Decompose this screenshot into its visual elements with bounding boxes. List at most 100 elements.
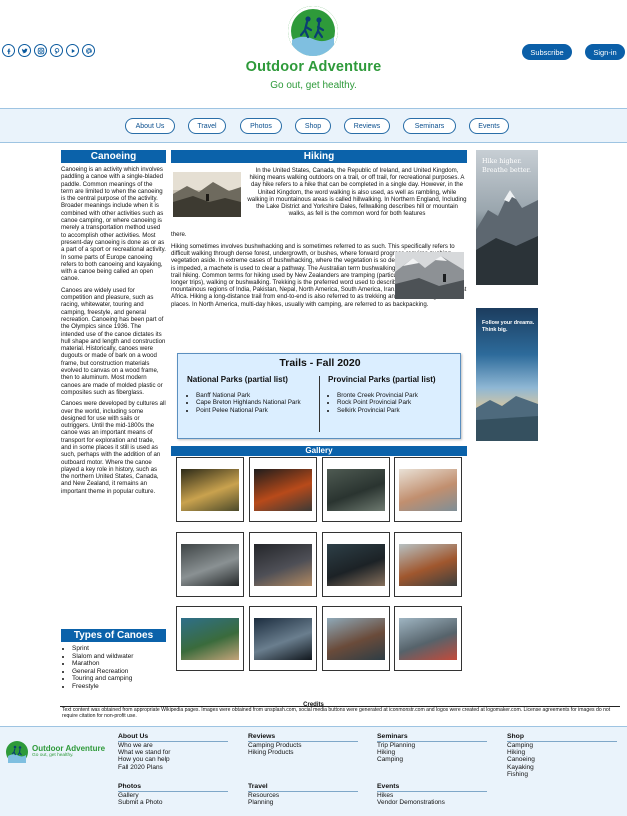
sign-in-button[interactable]: Sign-in <box>585 44 625 60</box>
gallery-photo-image <box>181 544 239 586</box>
gallery-photo[interactable] <box>394 457 462 522</box>
footer-logo[interactable] <box>6 741 28 763</box>
list-item: General Recreation <box>72 668 166 676</box>
canoeing-section: Canoeing Canoeing is an activity which i… <box>61 150 166 495</box>
footer-link[interactable]: Hiking Products <box>248 749 358 756</box>
footer-link[interactable]: Kayaking <box>507 764 617 771</box>
instagram-icon[interactable] <box>34 44 47 57</box>
site-header: Outdoor Adventure Go out, get healthy. S… <box>0 0 627 108</box>
footer-photos-title[interactable]: Photos <box>118 783 228 792</box>
footer-travel-title[interactable]: Travel <box>248 783 358 792</box>
list-item: Cape Breton Highlands National Park <box>196 399 311 406</box>
footer-events-title[interactable]: Events <box>377 783 487 792</box>
nav-reviews[interactable]: Reviews <box>344 118 390 134</box>
provincial-parks-list: Bronte Creek Provincial Park Rock Point … <box>328 392 458 414</box>
hiking-paragraph-1: In the United States, Canada, the Republ… <box>247 167 467 218</box>
footer-link[interactable]: Gallery <box>118 792 228 799</box>
site-footer: Outdoor Adventure Go out, get healthy. A… <box>0 726 627 816</box>
footer-reviews-column: Reviews Camping Products Hiking Products <box>248 733 358 756</box>
types-of-canoes-heading: Types of Canoes <box>61 629 166 642</box>
gallery-photo-image <box>399 544 457 586</box>
nav-seminars[interactable]: Seminars <box>403 118 456 134</box>
footer-link[interactable]: Hikes <box>377 792 487 799</box>
list-item: Marathon <box>72 660 166 668</box>
gallery-photo[interactable] <box>176 532 244 597</box>
footer-link[interactable]: Fall 2020 Plans <box>118 764 228 771</box>
gallery-heading: Gallery <box>171 446 467 456</box>
footer-link[interactable]: Camping Products <box>248 742 358 749</box>
footer-link[interactable]: Vendor Demonstrations <box>377 799 487 806</box>
list-item: Slalom and wildwater <box>72 653 166 661</box>
brand-name: Outdoor Adventure <box>245 59 382 75</box>
footer-link[interactable]: Camping <box>377 756 487 763</box>
types-of-canoes-section: Types of Canoes Sprint Slalom and wildwa… <box>61 629 166 691</box>
nav-photos[interactable]: Photos <box>240 118 282 134</box>
footer-shop-title[interactable]: Shop <box>507 733 617 742</box>
gallery-photo[interactable] <box>322 532 390 597</box>
footer-tagline: Go out, get healthy. <box>32 753 74 758</box>
gallery-photo[interactable] <box>394 606 462 671</box>
trails-box: Trails - Fall 2020 National Parks (parti… <box>177 353 461 439</box>
footer-link[interactable]: How you can help <box>118 756 228 763</box>
gallery-photo[interactable] <box>249 457 317 522</box>
email-icon[interactable] <box>82 44 95 57</box>
list-item: Banff National Park <box>196 392 311 399</box>
trails-title: Trails - Fall 2020 <box>279 357 361 369</box>
gallery-photo[interactable] <box>176 606 244 671</box>
footer-link[interactable]: Camping <box>507 742 617 749</box>
hiking-section: Hiking In the United States, Canada, the… <box>171 150 467 308</box>
subscribe-button[interactable]: Subscribe <box>522 44 572 60</box>
pinterest-icon[interactable] <box>50 44 63 57</box>
footer-link[interactable]: Planning <box>248 799 358 806</box>
footer-link[interactable]: Canoeing <box>507 756 617 763</box>
youtube-icon[interactable] <box>66 44 79 57</box>
hiking-photo-ridge <box>395 252 464 299</box>
gallery-photo[interactable] <box>394 532 462 597</box>
footer-about-column: About Us Who we are What we stand for Ho… <box>118 733 228 771</box>
nav-about-us[interactable]: About Us <box>125 118 175 134</box>
twitter-icon[interactable] <box>18 44 31 57</box>
ad-follow-dreams[interactable]: Follow your dreams. Think big. <box>476 308 538 441</box>
gallery-photo-image <box>327 544 385 586</box>
footer-travel-column: Travel Resources Planning <box>248 783 358 806</box>
types-of-canoes-list: Sprint Slalom and wildwater Marathon Gen… <box>72 645 166 691</box>
gallery-photo[interactable] <box>322 606 390 671</box>
gallery-photo[interactable] <box>176 457 244 522</box>
national-parks-heading: National Parks (partial list) <box>187 375 288 384</box>
list-item: Rock Point Provincial Park <box>337 399 458 406</box>
gallery-photo-image <box>254 544 312 586</box>
credits-text: Text content was obtained from appropria… <box>62 707 611 720</box>
footer-link[interactable]: Who we are <box>118 742 228 749</box>
hiking-heading: Hiking <box>171 150 467 163</box>
footer-reviews-title[interactable]: Reviews <box>248 733 358 742</box>
hiking-photo-mountain <box>173 172 241 217</box>
brand-logo[interactable] <box>288 6 338 56</box>
footer-link[interactable]: Fishing <box>507 771 617 778</box>
gallery-photo[interactable] <box>249 532 317 597</box>
footer-link[interactable]: Submit a Photo <box>118 799 228 806</box>
main-nav: About Us Travel Photos Shop Reviews Semi… <box>0 108 627 143</box>
footer-link[interactable]: Hiking <box>507 749 617 756</box>
footer-shop-column: Shop Camping Hiking Canoeing Kayaking Fi… <box>507 733 617 778</box>
footer-seminars-title[interactable]: Seminars <box>377 733 487 742</box>
footer-link[interactable]: Hiking <box>377 749 487 756</box>
footer-link[interactable]: Trip Planning <box>377 742 487 749</box>
ad-hike-higher[interactable]: Hike higher. Breathe better. <box>476 150 538 285</box>
gallery-photo-image <box>327 469 385 511</box>
gallery-photo[interactable] <box>322 457 390 522</box>
social-icons <box>2 44 95 57</box>
footer-photos-column: Photos Gallery Submit a Photo <box>118 783 228 806</box>
footer-link[interactable]: Resources <box>248 792 358 799</box>
list-item: Point Pelee National Park <box>196 407 311 414</box>
footer-about-title[interactable]: About Us <box>118 733 228 742</box>
nav-events[interactable]: Events <box>469 118 509 134</box>
nav-shop[interactable]: Shop <box>295 118 331 134</box>
gallery-grid <box>171 457 467 677</box>
footer-link[interactable]: What we stand for <box>118 749 228 756</box>
brand-tagline: Go out, get healthy. <box>270 80 357 91</box>
nav-travel[interactable]: Travel <box>188 118 226 134</box>
gallery-photo[interactable] <box>249 606 317 671</box>
canoeing-paragraph-2: Canoes are widely used for competition a… <box>61 286 166 396</box>
ad2-line-1: Follow your dreams. <box>482 320 535 326</box>
facebook-icon[interactable] <box>2 44 15 57</box>
